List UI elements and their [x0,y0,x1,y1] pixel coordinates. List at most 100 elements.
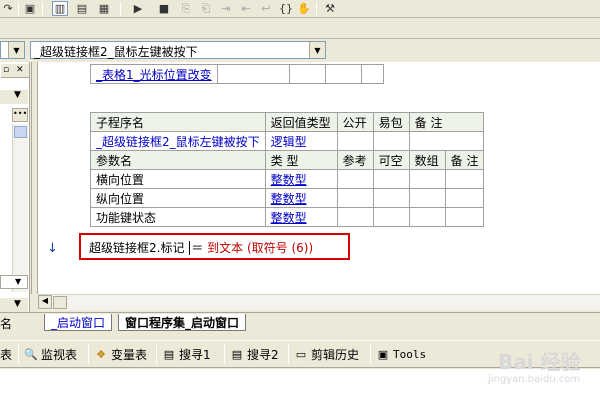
code-line[interactable]: 超级链接框2.标记 ＝ 到文本 (取符号 (6)) [89,239,313,256]
scroll-left-icon[interactable]: ◀ [38,295,52,309]
layout-split-icon[interactable]: ▦ [96,1,112,16]
sub-name-cell[interactable]: _超级链接框2_鼠标左键被按下 [90,131,266,151]
object-combo[interactable]: ▼ [0,41,25,59]
main-toolbar: ↷ ▣ ▥ ▤ ▦ ▶ ■ ⎘ ⎗ ⇥ ⇤ ↩ {} ✋ ⚒ [0,0,600,18]
param-type-cell[interactable]: 整数型 [264,188,338,208]
header-note: 备 注 [408,112,485,132]
param-cell[interactable] [408,169,446,189]
tab-label: 变量表 [111,347,148,362]
hand-icon[interactable]: ✋ [296,1,312,16]
header-public: 公开 [336,112,374,132]
splitter[interactable] [31,62,38,294]
param-cell[interactable] [372,169,410,189]
prev-sub-cell [216,64,290,84]
current-line-arrow-icon: ↓ [47,241,58,256]
tab-clip-history[interactable]: ▭ 剪辑历史 [294,346,359,362]
header-param-note: 备 注 [444,150,485,170]
public-cell[interactable] [336,131,374,151]
param-cell[interactable] [336,169,374,189]
scroll-thumb[interactable] [14,126,27,138]
header-reference: 参考 [336,150,374,170]
param-cell[interactable] [336,188,374,208]
param-name-cell[interactable]: 横向位置 [90,169,266,189]
tab-label: 搜寻2 [247,347,279,362]
param-type-cell[interactable]: 整数型 [264,169,338,189]
header-array: 数组 [408,150,446,170]
chevron-down-icon[interactable]: ▼ [15,277,21,286]
step-over-icon[interactable]: ⇥ [218,1,234,16]
param-cell[interactable] [444,169,485,189]
search-list-icon: ▤ [163,347,175,361]
header-sub-name: 子程序名 [90,112,266,132]
left-panel-combo[interactable]: ▼ [0,275,28,289]
tab-label: 剪辑历史 [311,347,360,362]
braces-icon[interactable]: {} [278,1,294,16]
object-selector-row: ▼ _超级链接框2_鼠标左键被按下 ▼ [0,40,600,61]
tab-label: 搜寻1 [179,347,211,362]
stop-icon[interactable]: ■ [156,1,172,16]
magnifier-icon: 🔍 [24,347,38,361]
chevron-down-icon[interactable]: ▼ [309,42,325,58]
layout-top-icon[interactable]: ▤ [74,1,90,16]
tab-variables[interactable]: ❖ 变量表 [94,346,147,362]
tab-search2[interactable]: ▤ 搜寻2 [230,346,279,362]
param-name-cell[interactable]: 功能键状态 [90,207,266,227]
prev-sub-table: _表格1_光标位置改变 [90,64,384,84]
panel-menu-icon[interactable]: ▫ [3,65,9,75]
tab-search1[interactable]: ▤ 搜寻1 [162,346,211,362]
prev-sub-cell [360,64,384,84]
left-panel-scrollbar[interactable] [12,124,28,292]
step-into-icon[interactable]: ⎗ [198,1,214,16]
chevron-down-icon[interactable]: ▼ [8,42,24,58]
prev-sub-name[interactable]: _表格1_光标位置改变 [90,64,218,84]
find-icon[interactable]: ▣ [22,1,38,16]
param-cell[interactable] [444,188,485,208]
event-combo[interactable]: _超级链接框2_鼠标左键被按下 ▼ [30,41,326,59]
layout-left-icon[interactable]: ▥ [52,1,68,16]
chevron-down-icon[interactable]: ▼ [14,90,21,100]
scroll-thumb[interactable] [53,296,67,309]
left-panel-menu-button[interactable]: ••• [12,108,28,122]
note-cell[interactable] [408,131,485,151]
step-icon[interactable]: ⎘ [178,1,194,16]
secondary-toolbar [0,19,600,39]
run-icon[interactable]: ▶ [130,1,146,16]
return-icon[interactable]: ↩ [258,1,274,16]
tab-label: 窗口程序集_启动窗口 [125,315,240,330]
header-param-name: 参数名 [90,150,266,170]
step-out-icon[interactable]: ⇤ [238,1,254,16]
variables-icon: ❖ [96,347,106,361]
code-function: 到文本 [207,241,244,255]
tab-label: 监视表 [41,347,78,362]
close-icon[interactable]: ✕ [16,65,24,75]
param-cell[interactable] [408,207,446,227]
tab-label: Tools [393,347,427,361]
param-type-cell[interactable]: 整数型 [264,207,338,227]
param-cell[interactable] [336,207,374,227]
param-cell[interactable] [408,188,446,208]
tab-label: _启动窗口 [51,315,106,330]
horizontal-scrollbar[interactable]: ◀ [38,294,600,310]
redo-icon[interactable]: ↷ [0,1,16,16]
tab-window-assembly[interactable]: 窗口程序集_启动窗口 [118,314,247,331]
sub-program-table: 子程序名 返回值类型 公开 易包 备 注 _超级链接框2_鼠标左键被按下 逻辑型… [90,112,485,227]
param-name-cell[interactable]: 纵向位置 [90,188,266,208]
tab-startup-window[interactable]: _启动窗口 [44,314,113,331]
clipboard-icon: ▭ [295,347,307,361]
return-type-cell[interactable]: 逻辑型 [264,131,338,151]
watermark-url: jingyan.baidu.com [488,374,581,385]
param-cell[interactable] [372,188,410,208]
search-list-icon: ▤ [231,347,243,361]
left-tab-fragment: 名 [0,317,13,331]
param-cell[interactable] [444,207,485,227]
easy-pack-cell[interactable] [372,131,410,151]
tab-tools[interactable]: ▣ Tools [376,346,426,362]
tab-table[interactable]: 表 [0,346,12,362]
code-target: 超级链接框2.标记 [89,241,185,255]
header-easy-pack: 易包 [372,112,410,132]
param-cell[interactable] [372,207,410,227]
tools-icon[interactable]: ⚒ [322,1,338,16]
scroll-down-icon[interactable]: ▼ [14,299,21,309]
prev-sub-cell [324,64,362,84]
tab-monitor[interactable]: 🔍 监视表 [24,346,77,362]
